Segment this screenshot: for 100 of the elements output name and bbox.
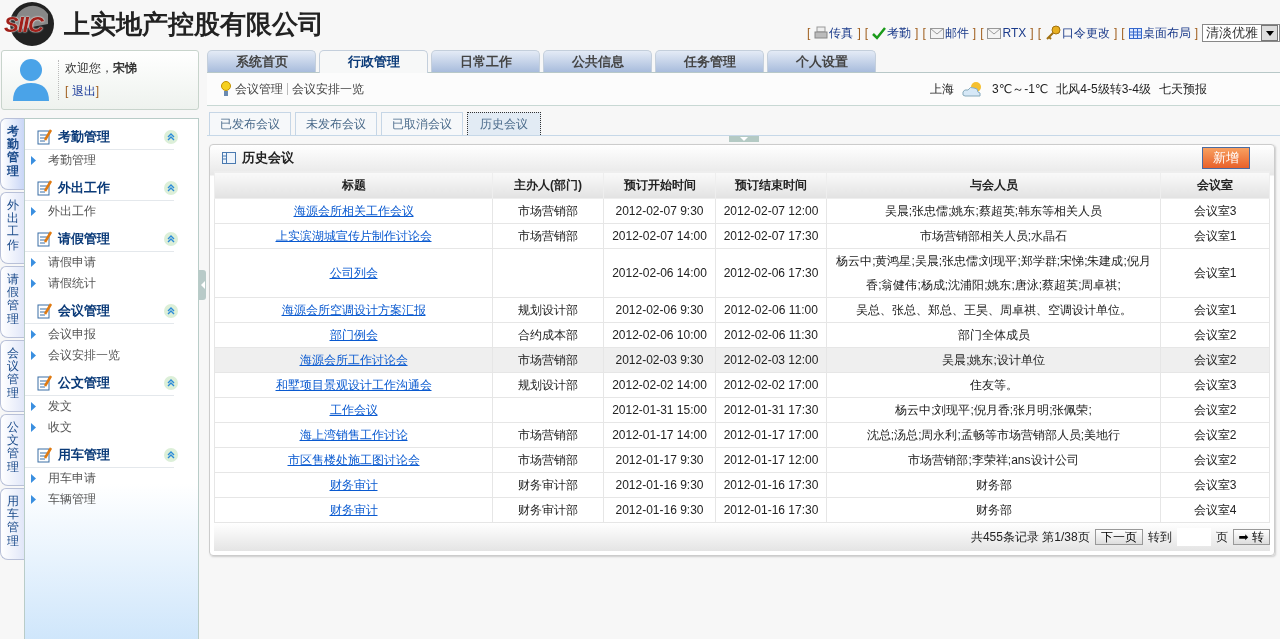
table-cell: 吴晨;姚东;设计单位 [942, 353, 1045, 367]
menu-group-title[interactable]: 公文管理 [58, 374, 110, 392]
column-header: 预订结束时间 [715, 171, 827, 199]
breadcrumb-item[interactable]: 会议管理 [235, 80, 283, 98]
collapse-icon[interactable] [164, 304, 178, 318]
bracket: ] [857, 26, 861, 40]
nav-tab[interactable]: 任务管理 [655, 50, 764, 72]
triangle-icon [31, 474, 36, 483]
sub-tab[interactable]: 已发布会议 [209, 112, 291, 135]
table-cell: 财务部 [975, 478, 1012, 492]
header-link[interactable]: RTX [987, 26, 1027, 40]
column-header: 标题 [214, 171, 493, 199]
menu-group-title[interactable]: 用车管理 [58, 446, 110, 464]
table-cell: 2012-01-17 12:00 [723, 453, 819, 467]
table-cell: 2012-01-17 14:00 [612, 428, 707, 442]
side-tab[interactable]: 外出工作 [0, 192, 25, 264]
table-row[interactable]: 海源会所空调设计方案汇报 规划设计部 2012-02-06 9:30 2012-02-06 11:00 吴总、张总、郑总、王昊、周卓祺、空调设计单位。 会议室1 [214, 297, 1270, 323]
table-cell: 会议室2 [1193, 453, 1237, 467]
header-link[interactable]: 桌面布局 [1128, 24, 1191, 42]
table-cell: 2012-02-07 12:00 [723, 204, 819, 218]
left-arrow-icon [200, 281, 205, 289]
nav-tab[interactable]: 行政管理 [319, 50, 428, 73]
table-row[interactable]: 海源会所相关工作会议 市场营销部 2012-02-07 9:30 2012-02-07 12:00 吴晨;张忠儒;姚东;蔡超英;韩东等相关人员 会议室3 [214, 198, 1270, 224]
menu-item[interactable]: 请假申请 [48, 254, 96, 271]
menu-item[interactable]: 考勤管理 [48, 152, 96, 169]
user-avatar-icon [12, 57, 50, 103]
collapse-icon[interactable] [164, 376, 178, 390]
table-cell: 2012-01-17 9:30 [615, 453, 704, 467]
table-row[interactable]: 公司列会 2012-02-06 14:00 2012-02-06 17:30 杨云中;黄鸿星;吴晨;张忠儒;刘现平;郑学群;宋悌;朱建成;倪月香;翁健伟;杨成;沈浦阳;姚东;唐泳;蔡超英;周卓祺; 会议室1 [214, 248, 1270, 298]
table-row[interactable]: 部门例会 合约成本部 2012-02-06 10:00 2012-02-06 11:30 部门全体成员 会议室2 [214, 322, 1270, 348]
bracket: [ [65, 84, 69, 98]
meeting-title-link[interactable]: 财务审计 [329, 503, 378, 517]
menu-item[interactable]: 车辆管理 [48, 491, 96, 508]
table-cell: 2012-02-02 14:00 [612, 378, 707, 392]
menu-item[interactable]: 请假统计 [48, 275, 96, 292]
table-row[interactable]: 财务审计 财务审计部 2012-01-16 9:30 2012-01-16 17:30 财务部 会议室4 [214, 497, 1270, 523]
nav-tab[interactable]: 个人设置 [767, 50, 876, 72]
page-unit-label: 页 [1215, 528, 1228, 546]
side-tab[interactable]: 请假管理 [0, 266, 25, 338]
collapse-icon[interactable] [164, 130, 178, 144]
nav-tab[interactable]: 公共信息 [543, 50, 652, 72]
nav-tab[interactable]: 日常工作 [431, 50, 540, 72]
menu-item[interactable]: 会议申报 [48, 326, 96, 343]
menu-group-title[interactable]: 外出工作 [58, 179, 110, 197]
meeting-title-link[interactable]: 部门例会 [329, 328, 378, 342]
collapse-icon[interactable] [164, 232, 178, 246]
menu-group-title[interactable]: 会议管理 [58, 302, 110, 320]
next-page-button[interactable]: 下一页 [1094, 529, 1143, 545]
side-tab[interactable]: 用车管理 [0, 488, 25, 560]
menu-item[interactable]: 发文 [48, 398, 72, 415]
side-tab[interactable]: 考勤管理 [0, 118, 25, 190]
forecast-link[interactable]: 七天预报 [1159, 80, 1207, 98]
breadcrumb-item[interactable]: 会议安排一览 [292, 80, 364, 98]
meeting-title-link[interactable]: 工作会议 [329, 403, 378, 417]
table-row[interactable]: 市区售楼处施工图讨论会 市场营销部 2012-01-17 9:30 2012-01-17 12:00 市场营销部;李荣祥;ans设计公司 会议室2 [214, 447, 1270, 473]
bracket: [ [1037, 26, 1041, 40]
bracket: ] [1194, 26, 1198, 40]
table-cell: 会议室3 [1193, 204, 1237, 218]
table-cell: 2012-02-07 9:30 [615, 204, 704, 218]
side-tab[interactable]: 会议管理 [0, 340, 25, 412]
meeting-title-link[interactable]: 公司列会 [329, 266, 378, 280]
table-row[interactable]: 财务审计 财务审计部 2012-01-16 9:30 2012-01-16 17:30 财务部 会议室3 [214, 472, 1270, 498]
collapse-handle[interactable] [199, 270, 206, 300]
table-row[interactable]: 海源会所工作讨论会 市场营销部 2012-02-03 9:30 2012-02-03 12:00 吴晨;姚东;设计单位 会议室2 [214, 347, 1270, 373]
page-input[interactable] [1176, 528, 1211, 546]
triangle-icon [31, 402, 36, 411]
menu-item[interactable]: 用车申请 [48, 470, 96, 487]
table-row[interactable]: 海上湾销售工作讨论 市场营销部 2012-01-17 14:00 2012-01-17 17:00 沈总;汤总;周永利;孟畅等市场营销部人员;美地行 会议室2 [214, 422, 1270, 448]
table-row[interactable]: 工作会议 2012-01-31 15:00 2012-01-31 17:30 杨云中;刘现平;倪月香;张月明;张佩荣; 会议室2 [214, 397, 1270, 423]
sub-tab[interactable]: 未发布会议 [295, 112, 377, 135]
meeting-title-link[interactable]: 财务审计 [329, 478, 378, 492]
envelope-icon [929, 27, 944, 39]
header-link[interactable]: 口令更改 [1044, 24, 1110, 42]
notepad-pencil-icon [37, 447, 53, 463]
menu-item[interactable]: 会议安排一览 [48, 347, 120, 364]
menu-group-title[interactable]: 考勤管理 [58, 128, 110, 146]
logout-link[interactable]: 退出 [71, 84, 96, 98]
nav-tab[interactable]: 系统首页 [207, 50, 316, 72]
sub-tab[interactable]: 已取消会议 [381, 112, 463, 135]
header-link[interactable]: 邮件 [929, 24, 969, 42]
menu-item[interactable]: 收文 [48, 419, 72, 436]
bracket: ] [1113, 26, 1118, 40]
table-cell: 2012-02-06 11:00 [724, 303, 818, 317]
expand-handle[interactable] [728, 136, 759, 142]
collapse-icon[interactable] [164, 448, 178, 462]
menu-item[interactable]: 外出工作 [48, 203, 96, 220]
side-tab[interactable]: 公文管理 [0, 414, 25, 486]
table-row[interactable]: 上实滨湖城宣传片制作讨论会 市场营销部 2012-02-07 14:00 2012-02-07 17:30 市场营销部相关人员;水晶石 会议室1 [214, 223, 1270, 249]
printer-icon [814, 26, 829, 40]
collapse-icon[interactable] [164, 181, 178, 195]
go-button[interactable]: ➡ 转 [1232, 529, 1270, 545]
table-row[interactable]: 和墅项目景观设计工作沟通会 规划设计部 2012-02-02 14:00 2012-02-02 17:00 住友等。 会议室3 [214, 372, 1270, 398]
theme-select[interactable]: 清淡优雅 [1202, 24, 1280, 42]
table-cell: 会议室2 [1193, 328, 1237, 342]
lightbulb-icon [221, 81, 231, 97]
header-link[interactable]: 传真 [814, 24, 854, 42]
header-link[interactable]: 考勤 [872, 24, 912, 42]
sub-tab[interactable]: 历史会议 [467, 112, 541, 135]
bracket: ] [95, 84, 100, 98]
menu-group-title[interactable]: 请假管理 [58, 230, 110, 248]
